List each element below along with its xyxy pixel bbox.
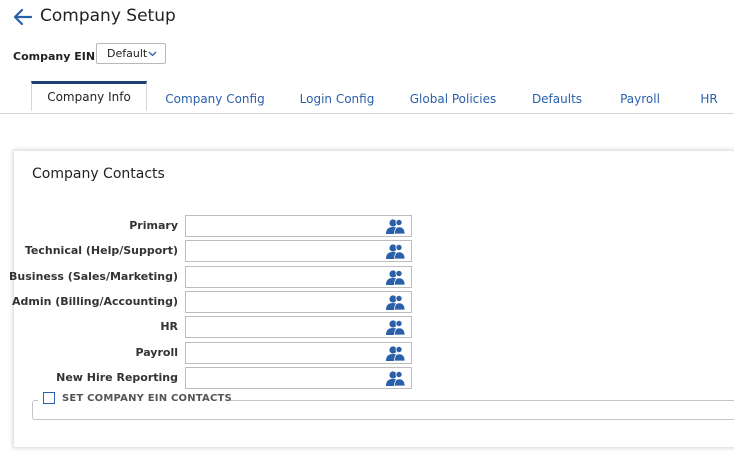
- contact-picker-icon[interactable]: [385, 370, 406, 387]
- tab-company-info[interactable]: Company Info: [31, 81, 147, 111]
- contact-picker-icon[interactable]: [385, 319, 406, 336]
- contact-picker-icon[interactable]: [385, 269, 406, 286]
- contact-label-admin-billing-accounting: Admin (Billing/Accounting): [11, 295, 178, 308]
- tab-login-config[interactable]: Login Config: [288, 84, 386, 113]
- contact-label-hr: HR: [160, 320, 178, 333]
- contact-field-payroll[interactable]: [185, 342, 412, 364]
- tab-company-config[interactable]: Company Config: [155, 84, 275, 113]
- contact-label-payroll: Payroll: [135, 346, 178, 359]
- back-arrow-icon[interactable]: [12, 6, 34, 28]
- tabs-divider: [0, 113, 734, 114]
- contact-picker-icon[interactable]: [385, 243, 406, 260]
- page-title: Company Setup: [40, 6, 176, 26]
- tab-payroll[interactable]: Payroll: [606, 84, 674, 113]
- tab-hr[interactable]: HR: [690, 84, 728, 113]
- panel-title: Company Contacts: [32, 166, 165, 182]
- tab-defaults[interactable]: Defaults: [521, 84, 593, 113]
- contact-label-technical-help-support: Technical (Help/Support): [24, 244, 178, 257]
- company-ein-label: Company EIN: [13, 50, 96, 63]
- contact-field-technical-help-support[interactable]: [185, 240, 412, 262]
- contact-field-new-hire-reporting[interactable]: [185, 367, 412, 389]
- contact-field-business-sales-marketing[interactable]: [185, 266, 412, 288]
- contact-picker-icon[interactable]: [385, 294, 406, 311]
- contact-label-new-hire-reporting: New Hire Reporting: [56, 371, 178, 384]
- contact-picker-icon[interactable]: [385, 345, 406, 362]
- chevron-down-icon: [148, 51, 157, 57]
- set-company-ein-contacts-label: SET COMPANY EIN CONTACTS: [62, 393, 232, 404]
- tab-global-policies[interactable]: Global Policies: [400, 84, 506, 113]
- contact-label-primary: Primary: [129, 219, 178, 232]
- contact-picker-icon[interactable]: [385, 218, 406, 235]
- contact-field-admin-billing-accounting[interactable]: [185, 291, 412, 313]
- contact-label-business-sales-marketing: Business (Sales/Marketing): [9, 270, 178, 283]
- company-ein-selected-value: Default: [107, 47, 148, 60]
- company-ein-select[interactable]: Default: [96, 43, 166, 64]
- contact-field-hr[interactable]: [185, 316, 412, 338]
- contact-field-primary[interactable]: [185, 215, 412, 237]
- set-company-ein-contacts-checkbox[interactable]: [43, 392, 55, 404]
